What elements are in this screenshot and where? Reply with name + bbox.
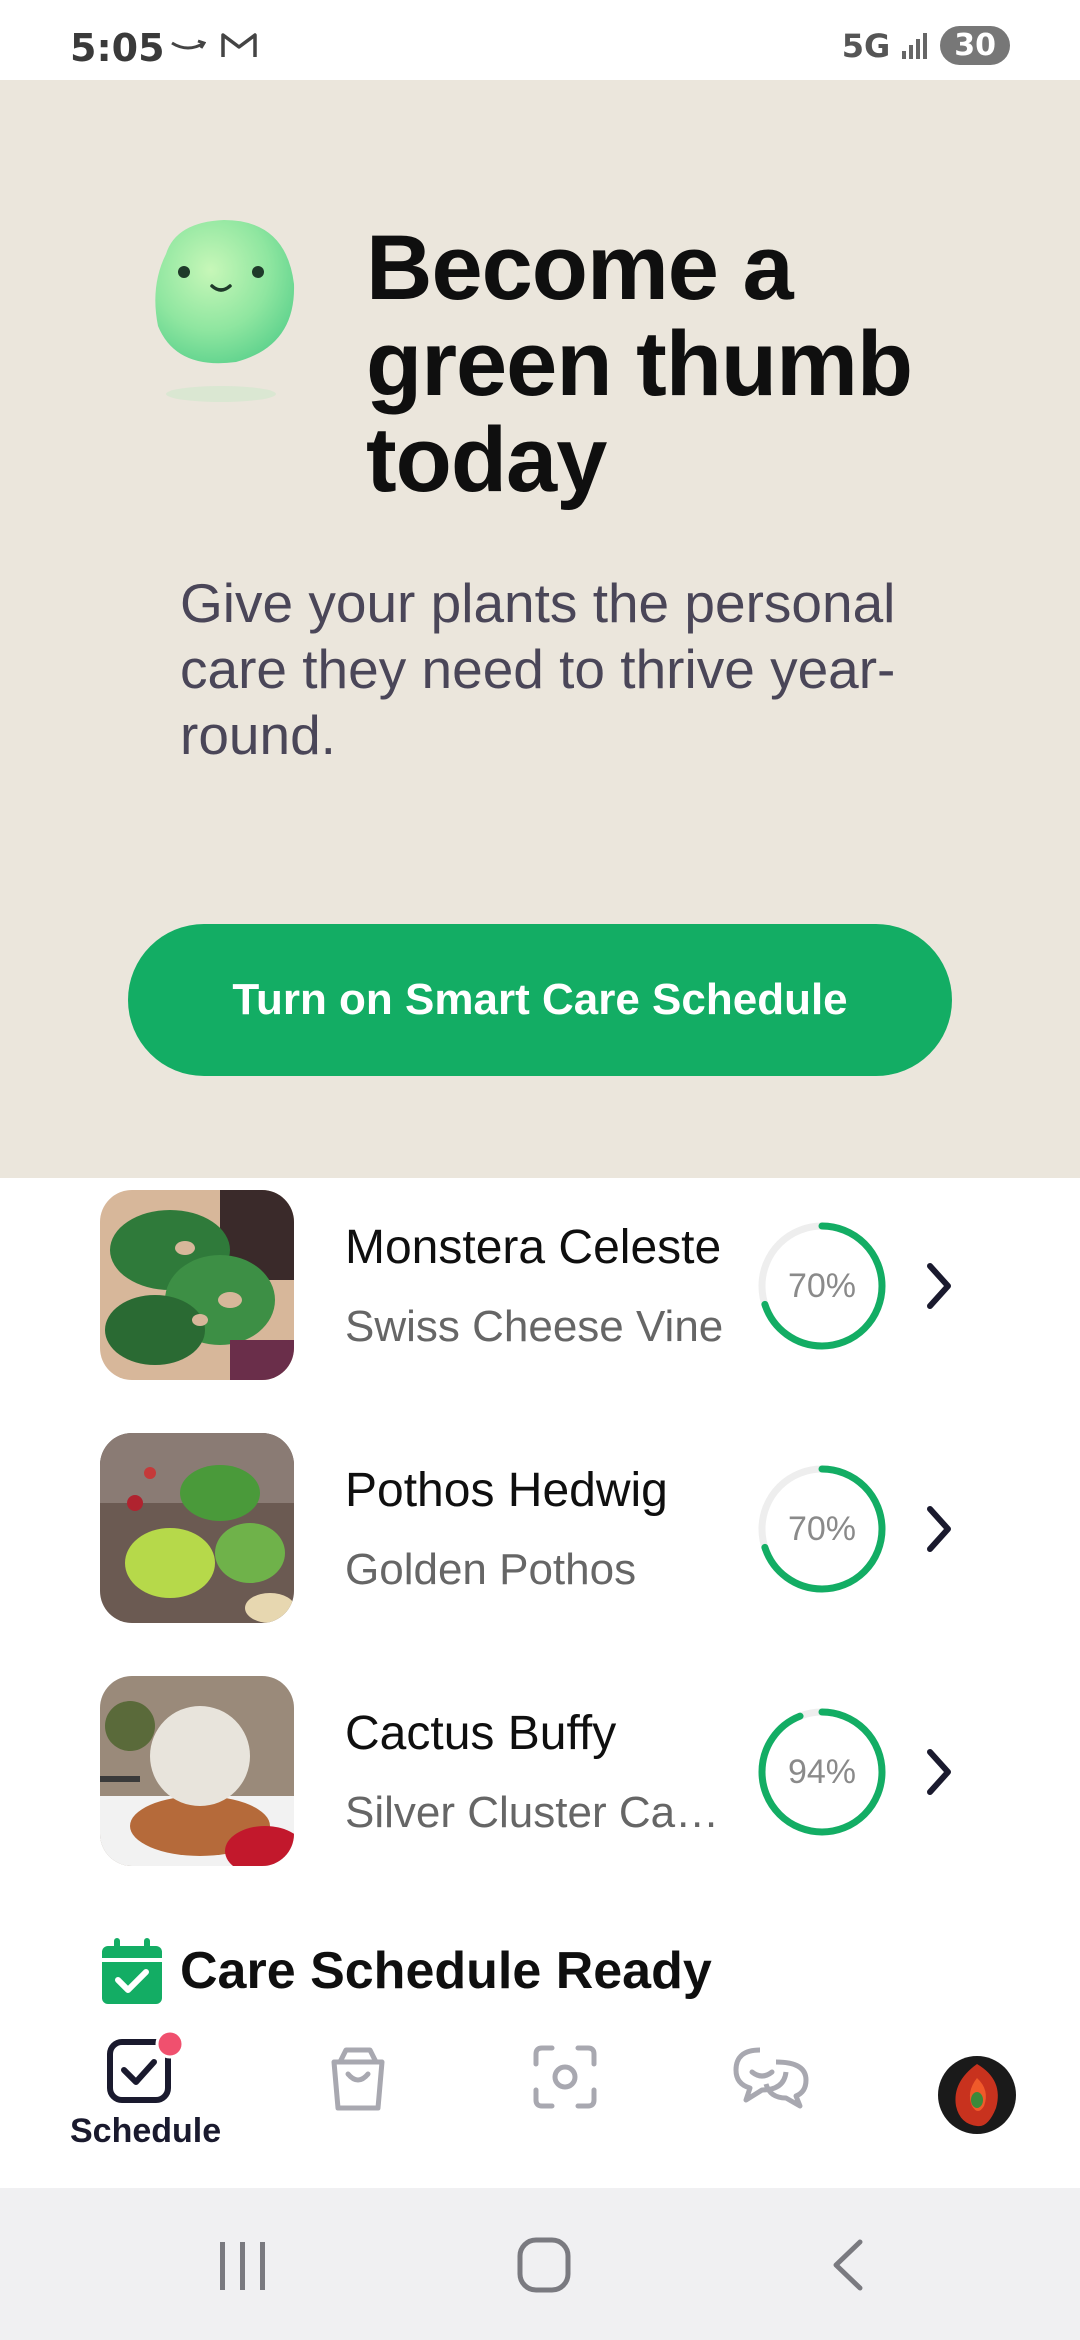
plant-row[interactable]: Cactus Buffy Silver Cluster Ca… 94% — [0, 1670, 1080, 1870]
avatar[interactable] — [938, 2056, 1016, 2134]
plant-row[interactable]: Pothos Hedwig Golden Pothos 70% — [0, 1427, 1080, 1627]
amazon-icon — [171, 39, 206, 50]
nav-scan[interactable] — [532, 2044, 598, 2110]
nav-shop[interactable] — [326, 2044, 390, 2114]
plant-thumbnail — [100, 1433, 294, 1623]
care-progress-label: 94% — [787, 1752, 857, 1791]
care-schedule-ready-header: Care Schedule Ready — [100, 1936, 712, 2006]
nav-schedule[interactable]: Schedule — [70, 2032, 221, 2151]
hero-banner: Become a green thumb today Give your pla… — [0, 80, 1080, 1178]
status-bar: 5:05 5G 30 — [0, 0, 1080, 80]
mascot-icon — [155, 220, 295, 402]
care-schedule-ready-title: Care Schedule Ready — [180, 1942, 712, 2000]
system-nav-bar — [0, 2188, 1080, 2340]
gmail-icon — [221, 33, 257, 57]
calendar-check-icon — [102, 1938, 162, 2004]
plant-name: Monstera Celeste — [345, 1221, 722, 1274]
chevron-right-icon[interactable] — [920, 1256, 960, 1316]
shopping-bag-icon — [331, 2047, 385, 2111]
back-icon[interactable] — [828, 2236, 868, 2294]
care-progress-label: 70% — [787, 1266, 857, 1305]
plant-name: Cactus Buffy — [345, 1707, 617, 1760]
plant-name: Pothos Hedwig — [345, 1464, 668, 1517]
plant-species: Golden Pothos — [345, 1545, 637, 1594]
status-right: 5G 30 — [842, 26, 1010, 65]
chevron-right-icon[interactable] — [920, 1499, 960, 1559]
plant-thumbnail — [100, 1676, 294, 1866]
home-icon[interactable] — [516, 2236, 572, 2294]
schedule-check-icon — [106, 2032, 185, 2103]
plant-species: Silver Cluster Ca… — [345, 1788, 720, 1837]
care-progress-label: 70% — [787, 1509, 857, 1548]
chat-icon — [733, 2047, 809, 2109]
recent-apps-icon[interactable] — [216, 2238, 270, 2294]
chevron-right-icon[interactable] — [920, 1742, 960, 1802]
scan-icon — [533, 2045, 597, 2109]
nav-schedule-label: Schedule — [70, 2112, 222, 2150]
notification-icons — [170, 30, 258, 60]
hero-title: Become a green thumb today — [366, 217, 913, 511]
status-time: 5:05 — [70, 26, 165, 70]
battery-icon: 30 — [940, 26, 1010, 65]
plant-species: Swiss Cheese Vine — [345, 1302, 724, 1351]
smart-care-schedule-button[interactable]: Turn on Smart Care Schedule — [128, 924, 952, 1076]
plant-thumbnail — [100, 1190, 294, 1380]
hero-subtitle: Give your plants the personal care they … — [180, 572, 896, 766]
signal-icon — [902, 32, 928, 59]
bottom-nav: Schedule — [0, 2020, 1080, 2188]
plant-row[interactable]: Monstera Celeste Swiss Cheese Vine 70% — [0, 1184, 1080, 1384]
network-label: 5G — [841, 26, 891, 65]
nav-chat[interactable] — [732, 2044, 812, 2110]
